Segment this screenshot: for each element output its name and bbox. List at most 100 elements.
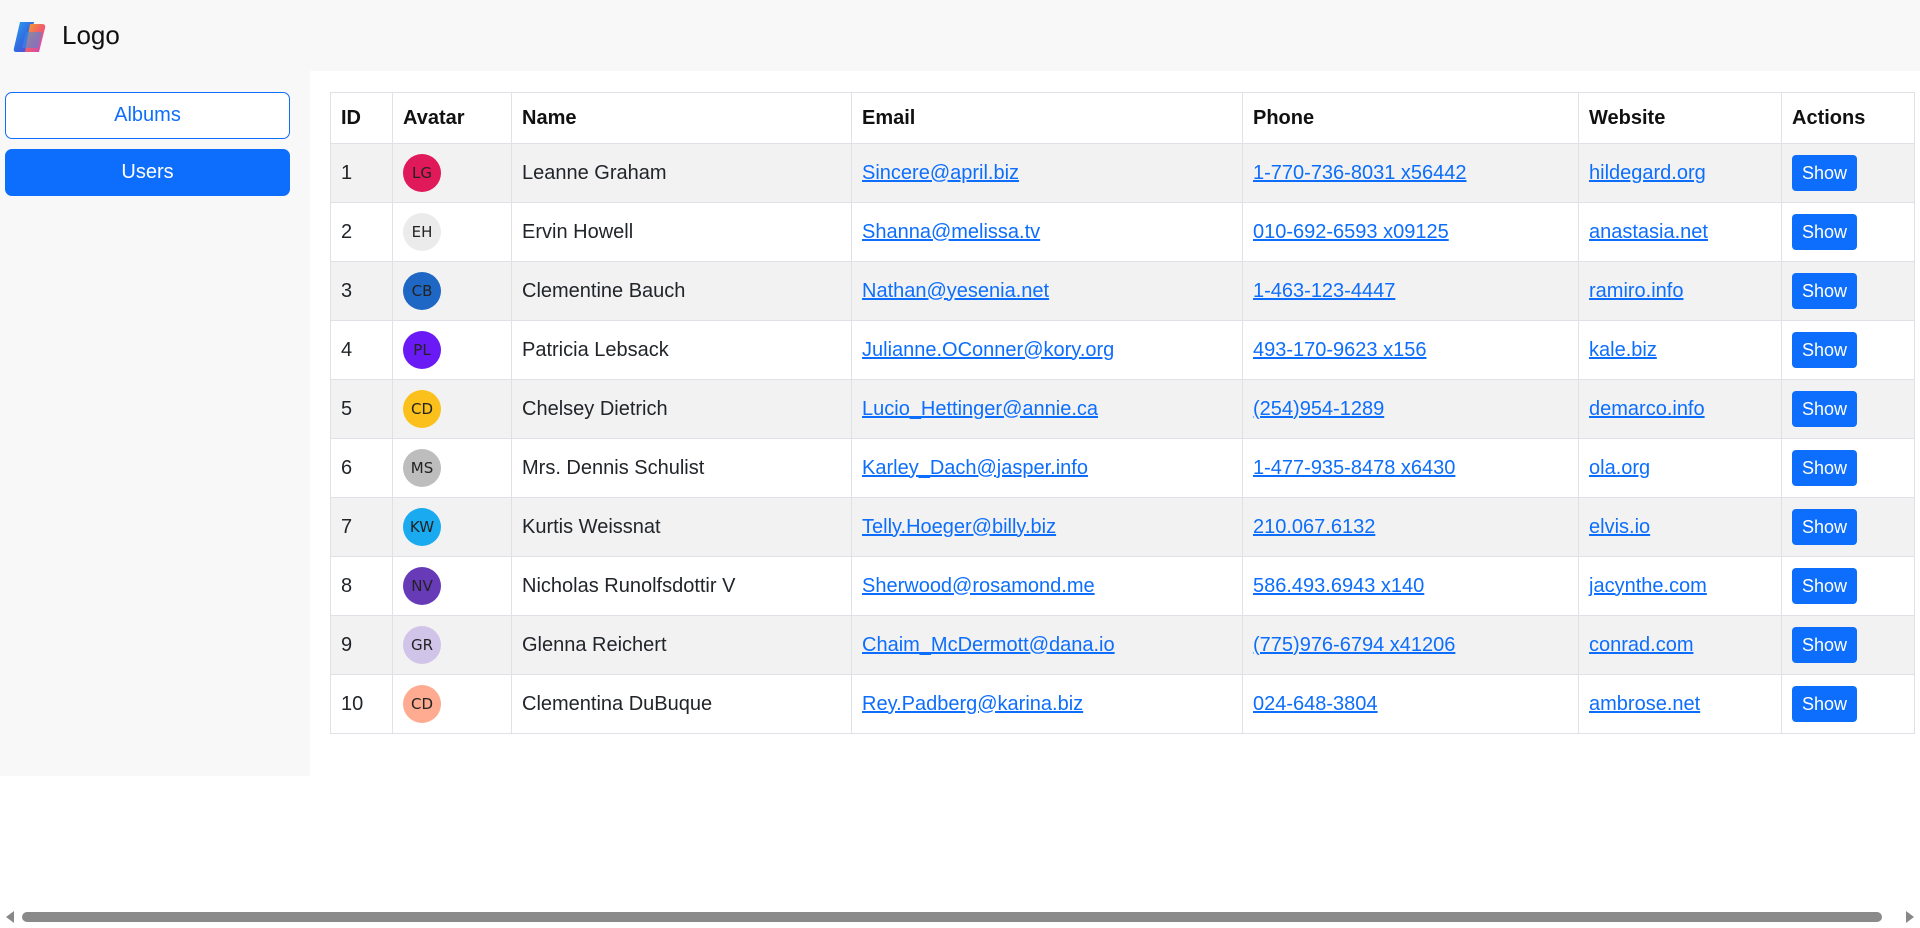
- table-row: 10 CD Clementina DuBuque Rey.Padberg@karina…: [330, 674, 1915, 734]
- cell-id: 5: [330, 379, 393, 439]
- website-link[interactable]: elvis.io: [1589, 516, 1650, 538]
- column-header-id: ID: [330, 92, 393, 144]
- phone-link[interactable]: (254)954-1289: [1253, 398, 1384, 420]
- cell-avatar: EH: [392, 202, 512, 262]
- cell-avatar: CD: [392, 379, 512, 439]
- website-link[interactable]: ola.org: [1589, 457, 1650, 479]
- phone-link[interactable]: 1-463-123-4447: [1253, 280, 1395, 302]
- sidebar: Albums Users: [0, 71, 310, 776]
- cell-id: 9: [330, 615, 393, 675]
- cell-phone: 1-463-123-4447: [1242, 261, 1579, 321]
- table-row: 9 GR Glenna Reichert Chaim_McDermott@dana.i…: [330, 615, 1915, 675]
- cell-website: kale.biz: [1578, 320, 1782, 380]
- email-link[interactable]: Shanna@melissa.tv: [862, 221, 1040, 243]
- email-link[interactable]: Sherwood@rosamond.me: [862, 575, 1095, 597]
- cell-name: Mrs. Dennis Schulist: [511, 438, 852, 498]
- cell-email: Sincere@april.biz: [851, 143, 1243, 203]
- cell-actions: Show: [1781, 379, 1915, 439]
- cell-name: Chelsey Dietrich: [511, 379, 852, 439]
- email-link[interactable]: Nathan@yesenia.net: [862, 280, 1049, 302]
- logo-icon[interactable]: [12, 18, 52, 56]
- website-link[interactable]: hildegard.org: [1589, 162, 1706, 184]
- show-button[interactable]: Show: [1792, 627, 1858, 663]
- show-button[interactable]: Show: [1792, 568, 1858, 604]
- avatar: CD: [403, 685, 441, 723]
- show-button[interactable]: Show: [1792, 155, 1858, 191]
- show-button[interactable]: Show: [1792, 214, 1858, 250]
- column-header-avatar: Avatar: [392, 92, 512, 144]
- sidebar-item-albums[interactable]: Albums: [5, 92, 290, 139]
- cell-actions: Show: [1781, 556, 1915, 616]
- cell-email: Nathan@yesenia.net: [851, 261, 1243, 321]
- cell-actions: Show: [1781, 438, 1915, 498]
- cell-email: Chaim_McDermott@dana.io: [851, 615, 1243, 675]
- show-button[interactable]: Show: [1792, 450, 1858, 486]
- phone-link[interactable]: 010-692-6593 x09125: [1253, 221, 1449, 243]
- cell-phone: 210.067.6132: [1242, 497, 1579, 557]
- cell-website: ola.org: [1578, 438, 1782, 498]
- email-link[interactable]: Rey.Padberg@karina.biz: [862, 693, 1083, 715]
- phone-link[interactable]: 493-170-9623 x156: [1253, 339, 1426, 361]
- show-button[interactable]: Show: [1792, 391, 1858, 427]
- horizontal-scrollbar[interactable]: [0, 907, 1920, 928]
- avatar: PL: [403, 331, 441, 369]
- cell-phone: (775)976-6794 x41206: [1242, 615, 1579, 675]
- phone-link[interactable]: 1-770-736-8031 x56442: [1253, 162, 1467, 184]
- email-link[interactable]: Karley_Dach@jasper.info: [862, 457, 1088, 479]
- cell-phone: 024-648-3804: [1242, 674, 1579, 734]
- cell-avatar: NV: [392, 556, 512, 616]
- top-header: Logo: [0, 0, 1920, 71]
- avatar: MS: [403, 449, 441, 487]
- website-link[interactable]: anastasia.net: [1589, 221, 1708, 243]
- cell-name: Ervin Howell: [511, 202, 852, 262]
- email-link[interactable]: Julianne.OConner@kory.org: [862, 339, 1114, 361]
- cell-name: Glenna Reichert: [511, 615, 852, 675]
- website-link[interactable]: demarco.info: [1589, 398, 1705, 420]
- website-link[interactable]: kale.biz: [1589, 339, 1657, 361]
- email-link[interactable]: Chaim_McDermott@dana.io: [862, 634, 1115, 656]
- website-link[interactable]: conrad.com: [1589, 634, 1694, 656]
- cell-avatar: PL: [392, 320, 512, 380]
- cell-actions: Show: [1781, 320, 1915, 380]
- website-link[interactable]: ambrose.net: [1589, 693, 1700, 715]
- cell-name: Nicholas Runolfsdottir V: [511, 556, 852, 616]
- table-row: 5 CD Chelsey Dietrich Lucio_Hettinger@annie…: [330, 379, 1915, 439]
- avatar: CD: [403, 390, 441, 428]
- sidebar-item-users[interactable]: Users: [5, 149, 290, 196]
- website-link[interactable]: jacynthe.com: [1589, 575, 1707, 597]
- logo-text: Logo: [62, 20, 120, 50]
- cell-actions: Show: [1781, 202, 1915, 262]
- phone-link[interactable]: 1-477-935-8478 x6430: [1253, 457, 1455, 479]
- website-link[interactable]: ramiro.info: [1589, 280, 1683, 302]
- email-link[interactable]: Lucio_Hettinger@annie.ca: [862, 398, 1098, 420]
- scroll-right-arrow-icon[interactable]: [1906, 911, 1914, 923]
- cell-name: Clementina DuBuque: [511, 674, 852, 734]
- cell-avatar: MS: [392, 438, 512, 498]
- email-link[interactable]: Sincere@april.biz: [862, 162, 1019, 184]
- email-link[interactable]: Telly.Hoeger@billy.biz: [862, 516, 1056, 538]
- show-button[interactable]: Show: [1792, 686, 1858, 722]
- cell-website: conrad.com: [1578, 615, 1782, 675]
- scrollbar-thumb[interactable]: [22, 912, 1882, 922]
- cell-phone: 1-477-935-8478 x6430: [1242, 438, 1579, 498]
- show-button[interactable]: Show: [1792, 273, 1858, 309]
- cell-actions: Show: [1781, 497, 1915, 557]
- phone-link[interactable]: 210.067.6132: [1253, 516, 1375, 538]
- cell-name: Patricia Lebsack: [511, 320, 852, 380]
- table-row: 3 CB Clementine Bauch Nathan@yesenia.net 1-4…: [330, 261, 1915, 321]
- cell-id: 4: [330, 320, 393, 380]
- cell-id: 3: [330, 261, 393, 321]
- scroll-left-arrow-icon[interactable]: [6, 911, 14, 923]
- table-row: 6 MS Mrs. Dennis Schulist Karley_Dach@jaspe…: [330, 438, 1915, 498]
- phone-link[interactable]: 586.493.6943 x140: [1253, 575, 1424, 597]
- cell-email: Sherwood@rosamond.me: [851, 556, 1243, 616]
- avatar: KW: [403, 508, 441, 546]
- phone-link[interactable]: 024-648-3804: [1253, 693, 1378, 715]
- cell-id: 2: [330, 202, 393, 262]
- table-row: 2 EH Ervin Howell Shanna@melissa.tv 010-692-…: [330, 202, 1915, 262]
- cell-avatar: KW: [392, 497, 512, 557]
- show-button[interactable]: Show: [1792, 332, 1858, 368]
- show-button[interactable]: Show: [1792, 509, 1858, 545]
- avatar: CB: [403, 272, 441, 310]
- phone-link[interactable]: (775)976-6794 x41206: [1253, 634, 1455, 656]
